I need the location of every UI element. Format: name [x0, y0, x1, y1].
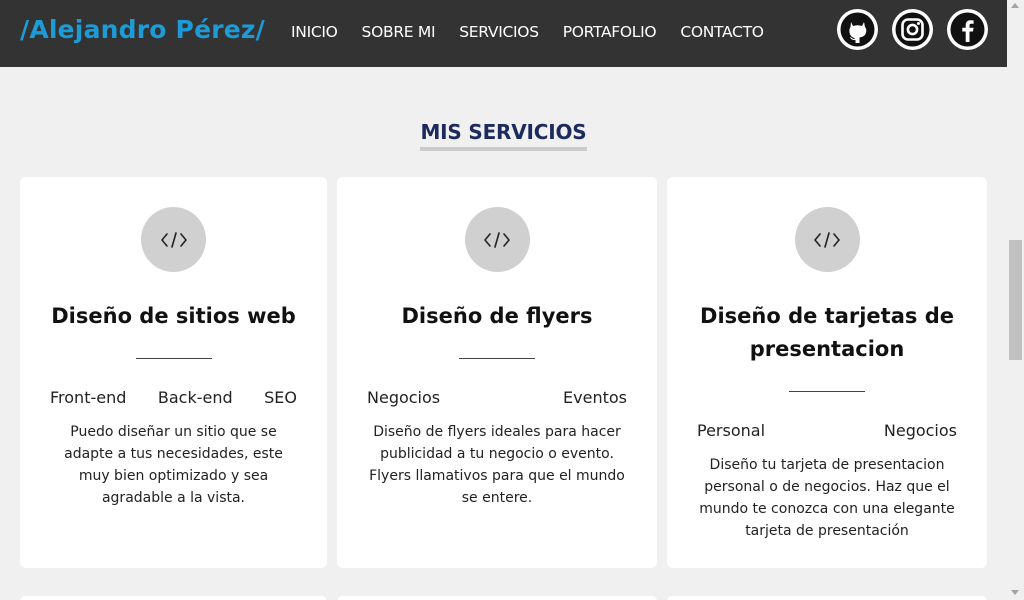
tag: SEO [264, 388, 297, 407]
tag: Back-end [157, 388, 233, 407]
service-card: Diseño de flyers Negocios Eventos Diseño… [337, 177, 657, 568]
nav-link-sobre-mi[interactable]: SOBRE MI [362, 23, 436, 41]
github-icon[interactable] [837, 9, 878, 50]
service-card: Diseño de sitios web Front-end Back-end … [20, 177, 327, 568]
scroll-down-icon[interactable] [1011, 590, 1019, 595]
scrollbar[interactable] [1007, 0, 1024, 600]
next-card-peek [337, 596, 657, 600]
next-card-peek [20, 596, 327, 600]
code-icon [141, 207, 206, 272]
card-title: Diseño de sitios web [51, 304, 296, 328]
scroll-up-icon[interactable] [1011, 3, 1019, 8]
nav-menu: INICIO SOBRE MI SERVICIOS PORTAFOLIO CON… [291, 23, 764, 41]
nav-link-portafolio[interactable]: PORTAFOLIO [563, 23, 657, 41]
divider [789, 391, 865, 392]
card-title: Diseño de flyers [401, 304, 593, 328]
tag: Negocios [367, 388, 441, 407]
social-links [837, 9, 988, 50]
code-icon [464, 207, 530, 272]
nav-link-contacto[interactable]: CONTACTO [680, 23, 764, 41]
scrollbar-thumb[interactable] [1009, 240, 1022, 360]
divider [135, 358, 212, 359]
navbar: /Alejandro Pérez/ INICIO SOBRE MI SERVIC… [0, 0, 1007, 67]
service-card: Diseño de tarjetas de presentacion Perso… [667, 177, 987, 568]
nav-link-servicios[interactable]: SERVICIOS [459, 23, 539, 41]
next-card-peek [667, 596, 987, 600]
card-description: Puedo diseñar un sitio que se adapte a t… [64, 424, 283, 506]
section-title: MIS SERVICIOS [420, 120, 587, 151]
section-heading: MIS SERVICIOS [0, 117, 1007, 151]
instagram-icon[interactable] [892, 9, 933, 50]
card-title: Diseño de tarjetas de presentacion [700, 304, 954, 361]
brand-logo[interactable]: /Alejandro Pérez/ [20, 15, 265, 44]
card-tags: Personal Negocios [697, 421, 957, 440]
card-description: Diseño de flyers ideales para hacer publ… [369, 424, 625, 506]
tag: Front-end [50, 388, 127, 407]
card-tags: Negocios Eventos [367, 388, 627, 407]
divider [459, 358, 535, 359]
code-icon [794, 207, 860, 272]
nav-link-inicio[interactable]: INICIO [291, 23, 338, 41]
card-description: Diseño tu tarjeta de presentacion person… [699, 457, 955, 539]
facebook-icon[interactable] [947, 9, 988, 50]
card-tags: Front-end Back-end SEO [50, 388, 297, 407]
tag: Personal [697, 421, 766, 440]
tag: Eventos [563, 388, 627, 407]
tag: Negocios [883, 421, 957, 440]
